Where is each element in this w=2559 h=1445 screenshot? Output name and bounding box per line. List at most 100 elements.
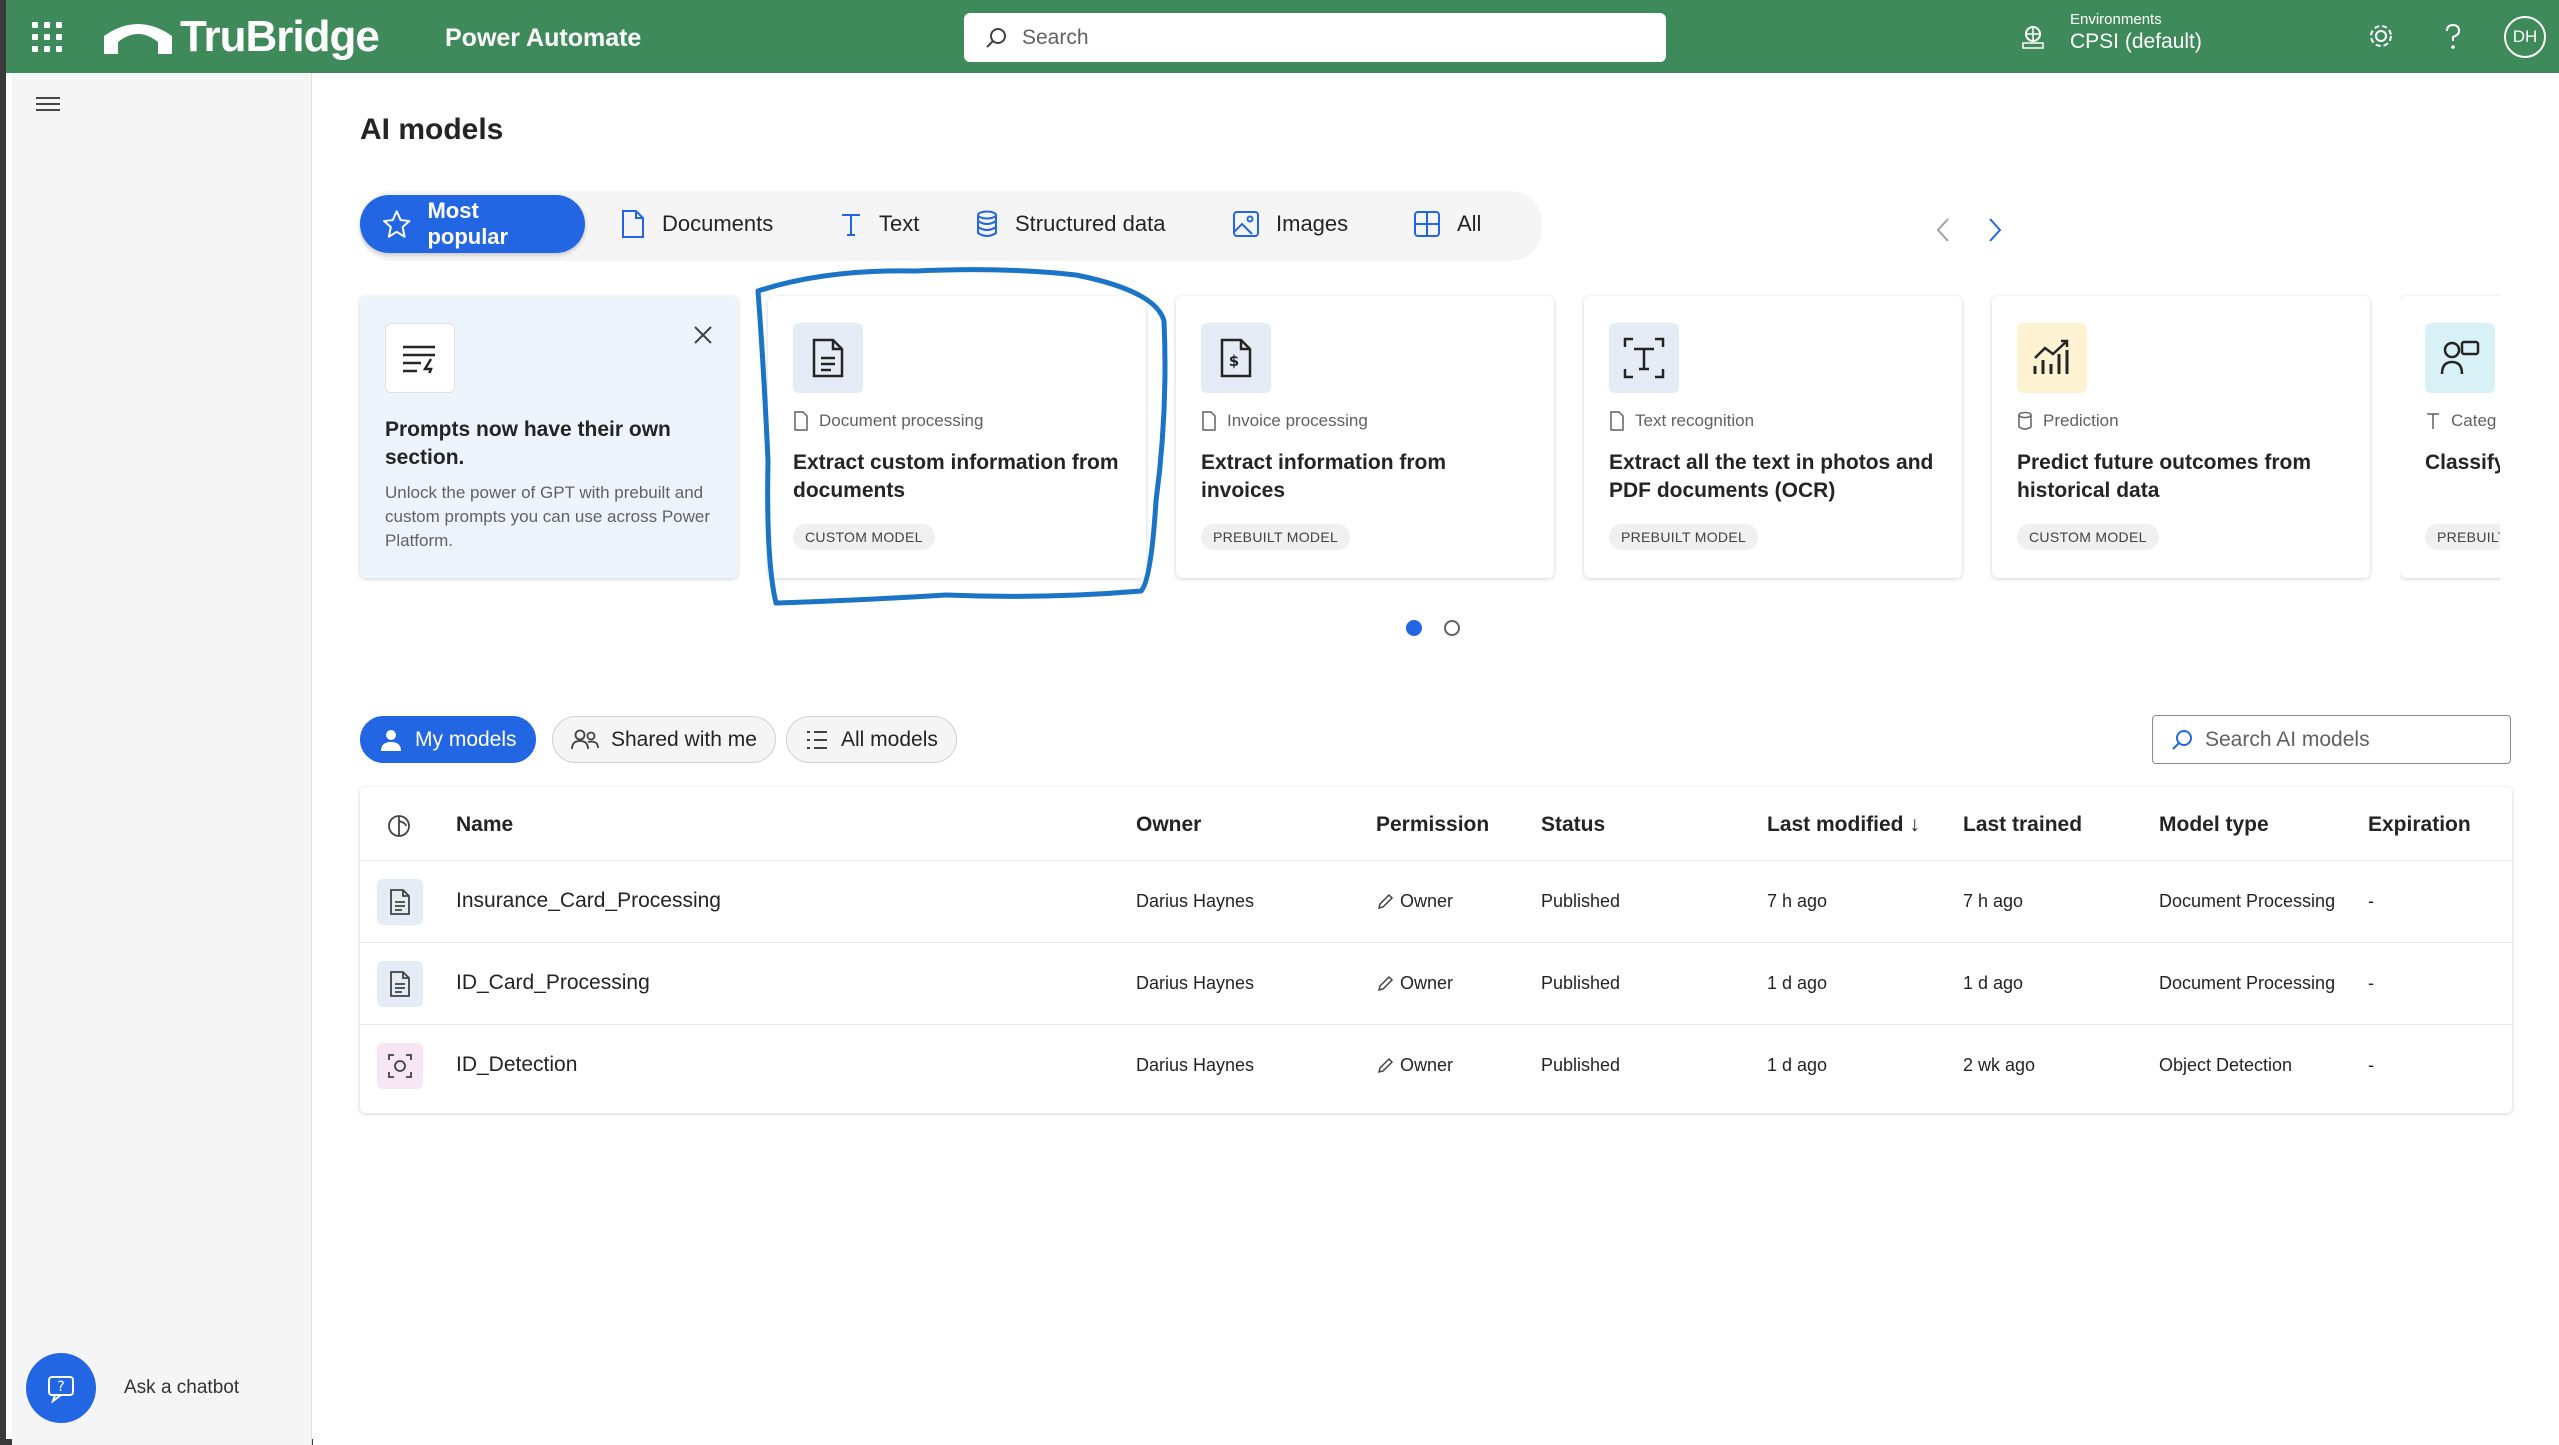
status-cell: Published <box>1541 973 1621 993</box>
tab-label: Documents <box>662 211 774 236</box>
expiration-cell: - <box>2368 891 2374 911</box>
last-trained-cell: 7 h ago <box>1963 891 2024 911</box>
page-title: AI models <box>360 113 504 146</box>
filter-all-models[interactable]: All models <box>786 716 957 763</box>
people-icon <box>571 729 599 749</box>
column-expiration[interactable]: Expiration <box>2368 813 2471 837</box>
model-name-link[interactable]: Insurance_Card_Processing <box>456 889 721 913</box>
model-card-invoice-processing[interactable]: $ Invoice processing Extract information… <box>1176 296 1554 578</box>
model-type-cell: Object Detection <box>2159 1055 2293 1075</box>
model-card-prediction[interactable]: Prediction Predict future outcomes from … <box>1992 296 2370 578</box>
card-icon-box: $ <box>1201 323 1271 393</box>
last-modified-cell: 7 h ago <box>1767 891 1828 911</box>
owner-cell: Darius Haynes <box>1136 1055 1255 1075</box>
tab-label: Images <box>1276 211 1349 236</box>
app-window: TruBridge Power Automate Search Environm… <box>0 0 2559 1445</box>
model-type-cell: Document Processing <box>2159 891 2336 911</box>
model-card-category-classification[interactable]: Categ Classify predefi PREBUILT <box>2400 296 2500 578</box>
permission-cell: Owner <box>1376 1055 1453 1076</box>
permission-cell: Owner <box>1376 973 1453 994</box>
text-icon <box>2427 413 2439 429</box>
document-icon <box>622 210 644 238</box>
prompts-promo-card[interactable]: Prompts now have their own section. Unlo… <box>360 296 738 578</box>
card-title: Extract all the text in photos and PDF d… <box>1609 451 1934 502</box>
svg-text:?: ? <box>57 1379 64 1395</box>
app-name[interactable]: Power Automate <box>445 24 641 53</box>
table-row[interactable]: ID_Detection Darius Haynes Owner Publish… <box>360 1025 2512 1107</box>
column-owner[interactable]: Owner <box>1136 813 1201 837</box>
search-icon <box>2172 729 2192 750</box>
model-type-cell: Document Processing <box>2159 973 2336 993</box>
top-bar: TruBridge Power Automate Search Environm… <box>6 0 2559 73</box>
pencil-icon <box>1377 975 1394 991</box>
filter-my-models[interactable]: My models <box>360 716 536 763</box>
column-permission[interactable]: Permission <box>1376 813 1489 837</box>
carousel-prev-icon[interactable] <box>1933 216 1953 244</box>
table-row[interactable]: Insurance_Card_Processing Darius Haynes … <box>360 861 2512 943</box>
database-icon <box>2018 411 2032 430</box>
column-last-modified[interactable]: Last modified ↓ <box>1767 813 1920 837</box>
filter-shared-with-me[interactable]: Shared with me <box>552 716 776 763</box>
card-clip: Categ Classify predefi PREBUILT <box>2400 291 2500 591</box>
hamburger-menu-icon[interactable] <box>36 97 60 115</box>
environment-label: Environments <box>2070 11 2162 28</box>
column-name[interactable]: Name <box>456 813 513 837</box>
main-content: AI models Most popular Documents Text St… <box>313 73 2559 1445</box>
table-row[interactable]: ID_Card_Processing Darius Haynes Owner P… <box>360 943 2512 1025</box>
model-card-text-recognition[interactable]: Text recognition Extract all the text in… <box>1584 296 1962 578</box>
carousel-next-icon[interactable] <box>1985 216 2005 244</box>
promo-description: Unlock the power of GPT with prebuilt an… <box>385 483 711 550</box>
card-category: Categ <box>2425 411 2496 431</box>
document-processing-icon <box>377 879 423 925</box>
text-recognition-icon <box>1623 337 1665 379</box>
search-ai-models-input[interactable]: Search AI models <box>2152 715 2511 764</box>
brand-name: TruBridge <box>180 12 380 61</box>
model-name-link[interactable]: ID_Card_Processing <box>456 971 650 995</box>
tab-all[interactable]: All <box>1391 195 1503 253</box>
tab-structured-data[interactable]: Structured data <box>953 195 1187 253</box>
owner-cell: Darius Haynes <box>1136 891 1255 911</box>
list-icon <box>807 730 827 749</box>
settings-gear-icon[interactable] <box>2367 22 2395 50</box>
environment-value: CPSI (default) <box>2070 30 2202 53</box>
help-icon[interactable] <box>2440 22 2466 50</box>
chatbot-label[interactable]: Ask a chatbot <box>124 1377 239 1399</box>
expiration-cell: - <box>2368 1055 2374 1075</box>
column-status[interactable]: Status <box>1541 813 1605 837</box>
column-model-type[interactable]: Model type <box>2159 813 2269 837</box>
prompt-icon <box>403 345 435 373</box>
object-detection-icon <box>377 1043 423 1089</box>
column-last-trained[interactable]: Last trained <box>1963 813 2082 837</box>
table-header-row: Name Owner Permission Status Last modifi… <box>360 787 2512 861</box>
environment-picker[interactable]: Environments CPSI (default) <box>2070 11 2202 54</box>
chatbot-button[interactable]: ? <box>26 1353 96 1423</box>
models-table: Name Owner Permission Status Last modifi… <box>360 787 2512 1113</box>
user-avatar[interactable]: DH <box>2504 16 2546 58</box>
carousel-dot-2[interactable] <box>1444 620 1460 636</box>
tab-images[interactable]: Images <box>1210 195 1370 253</box>
grid-icon <box>1414 211 1440 237</box>
last-trained-cell: 1 d ago <box>1963 973 2024 993</box>
carousel-dot-1[interactable] <box>1406 620 1422 636</box>
tab-documents[interactable]: Documents <box>598 195 795 253</box>
close-icon[interactable] <box>692 324 714 346</box>
card-title: Classify predefi <box>2425 451 2500 474</box>
tab-most-popular[interactable]: Most popular <box>360 195 585 253</box>
carousel-pagination <box>1406 620 1460 636</box>
global-search-input[interactable]: Search <box>964 13 1666 62</box>
image-icon <box>1233 211 1259 237</box>
app-launcher-icon[interactable] <box>32 22 62 52</box>
star-icon <box>382 210 411 238</box>
brand-logo[interactable]: TruBridge <box>102 12 380 62</box>
tab-text[interactable]: Text <box>817 195 941 253</box>
model-name-link[interactable]: ID_Detection <box>456 1053 577 1077</box>
last-trained-cell: 2 wk ago <box>1963 1055 2036 1075</box>
invoice-icon: $ <box>1220 338 1252 378</box>
prediction-icon <box>2033 339 2069 374</box>
prompt-icon-box <box>385 323 455 393</box>
environment-icon[interactable] <box>2020 24 2046 50</box>
card-title: Extract information from invoices <box>1201 451 1447 502</box>
card-title: Predict future outcomes from historical … <box>2017 451 2312 502</box>
expiration-cell: - <box>2368 973 2374 993</box>
model-type-badge: PREBUILT MODEL <box>1609 524 1759 550</box>
